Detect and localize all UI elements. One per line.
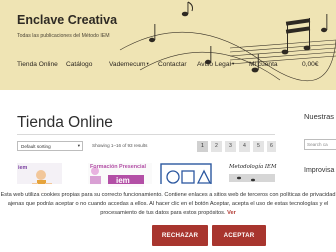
site-tagline: Todas las publicaciones del Método IEM	[17, 33, 110, 39]
nav-item-label: Mi cuenta	[249, 61, 278, 68]
chevron-down-icon: ▾	[231, 61, 235, 66]
nav-item-catalogo[interactable]: Catálogo	[66, 61, 92, 68]
divider	[17, 134, 275, 135]
nav-item-tienda-online[interactable]: Tienda Online	[17, 61, 58, 68]
nav-item-label: Aviso Legal	[197, 61, 231, 68]
page-link-6[interactable]: 6	[267, 141, 276, 152]
result-count: Showing 1–16 of 93 results	[92, 143, 148, 148]
chevron-down-icon: ▾	[146, 61, 149, 66]
nav-item-label: Tienda Online	[17, 61, 58, 68]
nav-item-label: Catálogo	[66, 61, 93, 68]
page-link-1[interactable]: 1	[197, 141, 208, 152]
page-link-4[interactable]: 4	[239, 141, 250, 152]
nav-item-mi-cuenta[interactable]: Mi cuenta	[249, 61, 278, 68]
accept-cookies-button[interactable]: ACEPTAR	[212, 225, 266, 246]
main-nav: Tienda Online Catálogo Vademecum▾ Contac…	[0, 58, 336, 72]
page-link-5[interactable]: 5	[253, 141, 264, 152]
sort-select-value: Default sorting	[21, 143, 51, 149]
nav-item-label: Vademecum	[109, 61, 146, 68]
site-title[interactable]: Enclave Creativa	[17, 13, 117, 27]
chevron-down-icon: ▾	[77, 143, 80, 148]
reject-cookies-button[interactable]: RECHAZAR	[152, 225, 208, 246]
product-label: iem	[18, 165, 28, 171]
nav-item-aviso-legal[interactable]: Aviso Legal▾	[197, 61, 234, 68]
cookie-message-text: Esta web utiliza cookies propias para su…	[0, 192, 336, 216]
page: Enclave Creativa Todas las publicaciones…	[0, 0, 336, 252]
nav-item-vademecum[interactable]: Vademecum▾	[109, 61, 149, 68]
cart-total[interactable]: 0,00€	[302, 61, 319, 68]
page-title: Tienda Online	[17, 114, 113, 131]
sort-select[interactable]: Default sorting ▾	[17, 141, 83, 151]
sidebar-search-input[interactable]: Search ca	[304, 139, 336, 150]
cookie-more-link[interactable]: Ver	[227, 210, 236, 216]
product-label: Formación Presencial	[90, 164, 147, 170]
nav-item-contactar[interactable]: Contactar	[158, 61, 187, 68]
sidebar-heading-improvisa: Improvisa	[304, 167, 335, 174]
nav-item-label: Contactar	[158, 61, 187, 68]
sidebar-title: Nuestras	[304, 112, 335, 121]
product-label: Metodología IEM	[229, 164, 277, 170]
site-header: Enclave Creativa Todas las publicaciones…	[0, 0, 336, 90]
page-link-3[interactable]: 3	[225, 141, 236, 152]
cookie-message: Esta web utiliza cookies propias para su…	[0, 191, 336, 217]
page-link-2[interactable]: 2	[211, 141, 222, 152]
